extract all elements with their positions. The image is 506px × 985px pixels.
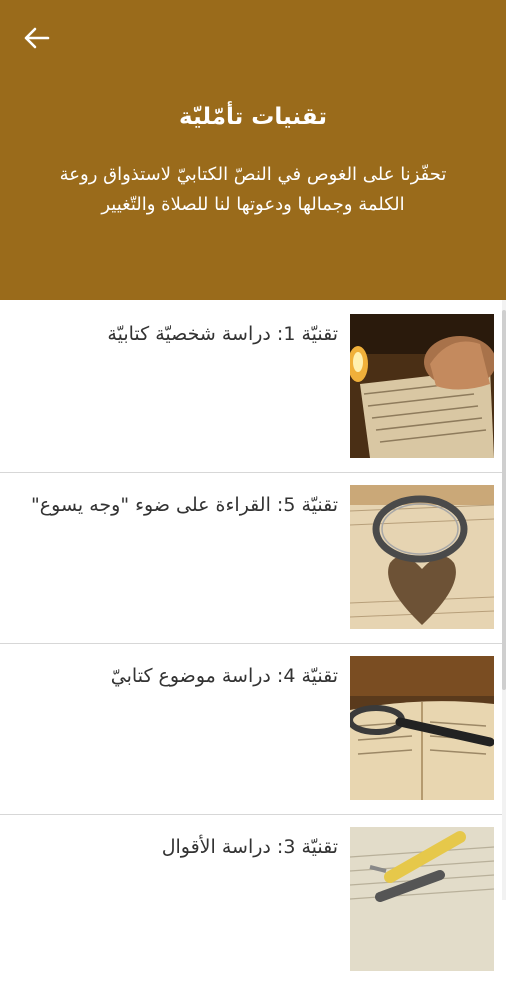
technique-thumbnail — [350, 485, 494, 629]
page-description: تحفّزنا على الغوص في النصّ الكتابيّ لاست… — [59, 164, 447, 215]
technique-title: تقنيّة 1: دراسة شخصيّة كتابيّة — [107, 323, 338, 345]
list-item-technique-5[interactable]: تقنيّة 5: القراءة على ضوء "وجه يسوع" — [0, 472, 506, 643]
technique-title: تقنيّة 3: دراسة الأقوال — [161, 836, 338, 858]
list-item-technique-4[interactable]: تقنيّة 4: دراسة موضوع كتابيّ — [0, 643, 506, 814]
app-header: تقنيات تأمّليّة تحفّزنا على الغوص في الن… — [0, 0, 506, 300]
technique-title: تقنيّة 5: القراءة على ضوء "وجه يسوع" — [31, 494, 338, 516]
techniques-list: تقنيّة 1: دراسة شخصيّة كتابيّة تقنيّة 5:… — [0, 302, 506, 985]
technique-thumbnail — [350, 314, 494, 458]
back-arrow-icon[interactable] — [16, 20, 56, 56]
list-item-technique-1[interactable]: تقنيّة 1: دراسة شخصيّة كتابيّة — [0, 302, 506, 472]
technique-thumbnail — [350, 827, 494, 971]
page-title: تقنيات تأمّليّة — [179, 104, 327, 130]
scrollbar-thumb[interactable] — [502, 310, 506, 690]
technique-title: تقنيّة 4: دراسة موضوع كتابيّ — [110, 665, 338, 687]
technique-thumbnail — [350, 656, 494, 800]
